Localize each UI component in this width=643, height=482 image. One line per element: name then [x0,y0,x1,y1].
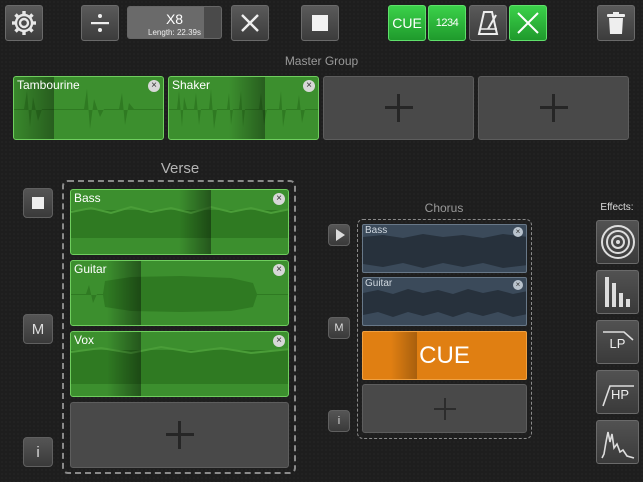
clip-name: Tambourine [17,78,80,92]
clip-verse-guitar[interactable]: Guitar × [70,260,289,326]
stop-button[interactable] [301,5,339,41]
clip-name: Vox [74,333,95,347]
remove-clip-icon[interactable]: × [148,80,160,92]
chorus-play-button[interactable] [328,224,350,246]
verse-title: Verse [160,160,200,177]
playhead-shade [107,261,141,325]
playhead-shade [107,332,141,396]
effects-title: Effects: [600,202,634,213]
clip-name: Bass [365,225,388,236]
stop-icon [32,197,44,209]
cue-mode-button[interactable]: CUE [388,5,426,41]
clip-name: Bass [74,191,101,205]
count-in-label: 1234 [435,17,459,29]
cue-mode-label: CUE [392,15,422,31]
fx-eq-button[interactable] [596,270,639,314]
spectrum-icon [600,431,634,459]
clip-chorus-bass[interactable]: Bass × [362,224,527,273]
plus-icon [384,94,413,122]
remove-clip-icon[interactable]: × [513,227,523,237]
eq-bars-icon [604,277,630,307]
fx-spectrum-button[interactable] [596,420,639,464]
loop-length-display[interactable]: X8 Length: 22.39s [127,6,222,39]
trash-icon [607,12,625,34]
clip-name: Guitar [74,262,107,276]
remove-clip-icon[interactable]: × [513,280,523,290]
info-label: i [337,415,341,427]
empty-slot-add[interactable] [323,76,474,140]
fx-reverb-button[interactable] [596,220,639,264]
mute-label: M [334,322,344,334]
verse-info-button[interactable]: i [23,437,53,467]
crossfade-button[interactable] [509,5,547,41]
remove-clip-icon[interactable]: × [273,264,285,276]
loop-length: Length: 22.39s [148,28,201,37]
empty-slot-add[interactable] [478,76,629,140]
count-in-button[interactable]: 1234 [428,5,466,41]
clip-shaker[interactable]: Shaker × [168,76,319,140]
waveform [71,345,288,384]
remove-clip-icon[interactable]: × [273,335,285,347]
clip-chorus-guitar[interactable]: Guitar × [362,277,527,326]
fx-lowpass-button[interactable]: LP [596,320,639,364]
fx-highpass-button[interactable]: HP [596,370,639,414]
clip-name: Guitar [365,278,393,289]
chorus-title: Chorus [424,201,464,215]
gear-icon [12,11,36,35]
clip-verse-vox[interactable]: Vox × [70,331,289,397]
chorus-info-button[interactable]: i [328,410,350,432]
divide-loop-button[interactable] [81,5,119,41]
settings-button[interactable] [5,5,43,41]
verse-mute-button[interactable]: M [23,314,53,344]
waveform [363,234,526,268]
chorus-mute-button[interactable]: M [328,317,350,339]
verse-stop-button[interactable] [23,188,53,218]
chorus-empty-slot-add[interactable] [362,384,527,433]
plus-icon [539,94,568,122]
clip-verse-bass[interactable]: Bass × [70,189,289,255]
crossfade-icon [517,12,539,34]
remove-clip-icon[interactable]: × [303,80,315,92]
divide-icon [91,14,109,32]
metronome-button[interactable] [469,5,507,41]
multiply-icon [241,14,259,32]
info-label: i [36,443,40,461]
stop-icon [312,15,328,31]
play-icon [335,229,345,241]
mute-label: M [31,320,45,338]
playhead-shade [229,77,265,139]
lowpass-label: LP [609,336,626,351]
reverb-icon [600,225,635,259]
highpass-label: HP [611,387,630,402]
playhead-shade [179,190,211,254]
master-group-title: Master Group [284,54,359,68]
plus-icon [433,397,456,420]
metronome-icon [477,11,499,35]
chorus-cue-slot[interactable]: CUE [362,331,527,380]
cue-label: CUE [419,342,470,369]
verse-empty-slot-add[interactable] [70,402,289,468]
loop-count: X8 [165,11,184,27]
clip-name: Shaker [172,78,211,92]
clip-tambourine[interactable]: Tambourine × [13,76,164,140]
delete-button[interactable] [597,5,635,41]
plus-icon [165,421,194,449]
remove-clip-icon[interactable]: × [273,193,285,205]
multiply-loop-button[interactable] [231,5,269,41]
